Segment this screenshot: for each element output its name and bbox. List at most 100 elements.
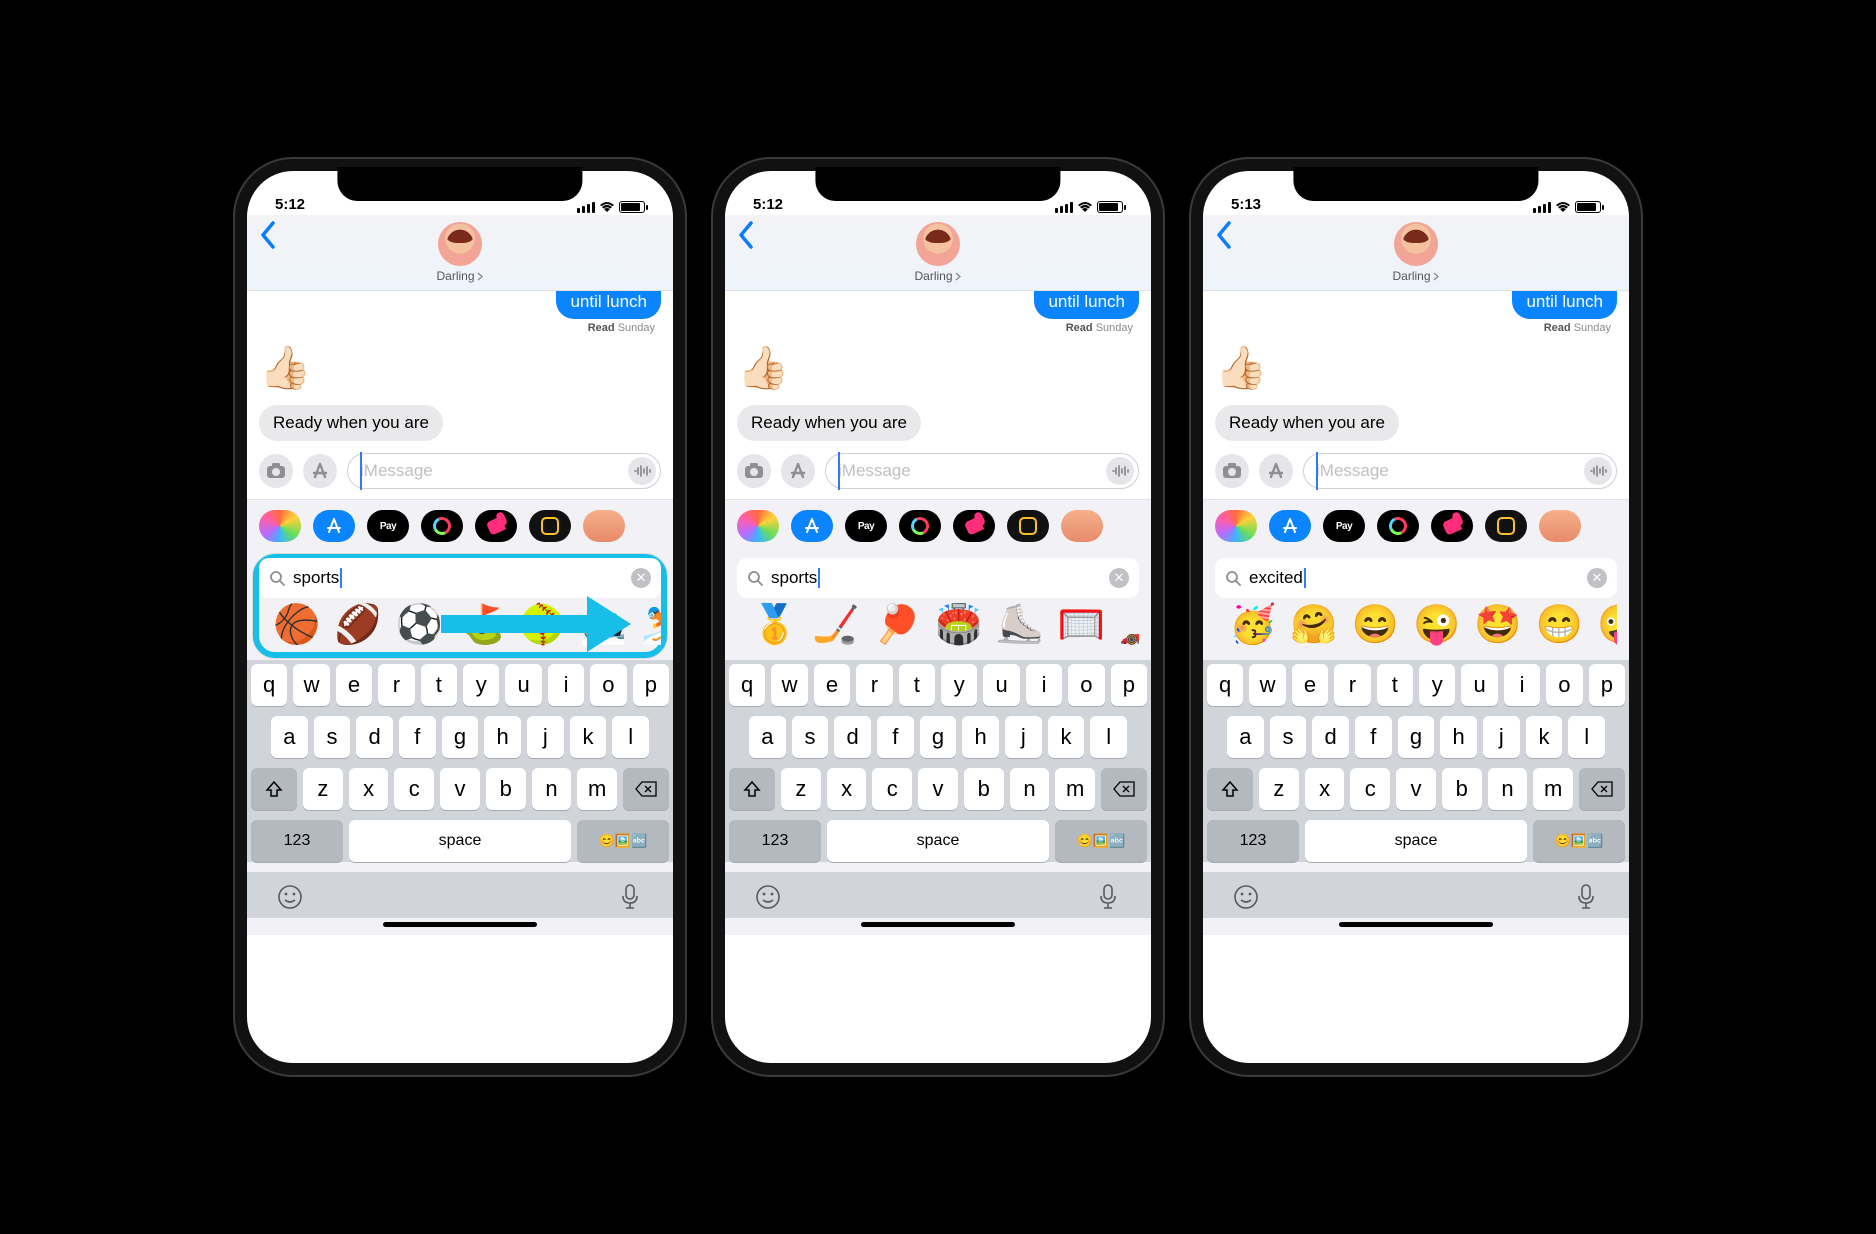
key-t[interactable]: t	[421, 664, 457, 706]
key-shift[interactable]	[251, 768, 297, 810]
camera-button[interactable]	[259, 454, 293, 488]
key-o[interactable]: o	[1546, 664, 1582, 706]
keyboard[interactable]: qwertyuiop asdfghjkl zxcvbnm 123 space 😊…	[725, 660, 1151, 862]
imessage-app-bar[interactable]: Pay	[725, 500, 1151, 550]
dictation-button[interactable]	[615, 882, 645, 912]
key-g[interactable]: g	[1398, 716, 1435, 758]
key-m[interactable]: m	[1055, 768, 1095, 810]
clear-search-button[interactable]: ✕	[1587, 568, 1607, 588]
appstore-button[interactable]	[1259, 454, 1293, 488]
key-t[interactable]: t	[1377, 664, 1413, 706]
key-r[interactable]: r	[1334, 664, 1370, 706]
emoji-search-input[interactable]: sports ✕	[259, 558, 661, 598]
received-bubble[interactable]: Ready when you are	[737, 405, 921, 441]
dictation-button[interactable]	[1571, 882, 1601, 912]
key-f[interactable]: f	[877, 716, 914, 758]
key-o[interactable]: o	[1068, 664, 1104, 706]
key-e[interactable]: e	[814, 664, 850, 706]
key-v[interactable]: v	[440, 768, 480, 810]
imessage-app-bar[interactable]: Pay	[247, 500, 673, 550]
emoji-results-row[interactable]: 🥳 🤗 😄 😜 🤩 😁 🤪	[1215, 598, 1617, 654]
photos-app-icon[interactable]	[1215, 510, 1257, 542]
key-space[interactable]: space	[349, 820, 571, 862]
key-delete[interactable]	[1579, 768, 1625, 810]
key-emoji-switch[interactable]: 😊🖼️​🔤	[1533, 820, 1625, 862]
key-t[interactable]: t	[899, 664, 935, 706]
emoji-search-input[interactable]: excited ✕	[1215, 558, 1617, 598]
sticker-app-icon[interactable]	[953, 510, 995, 542]
key-w[interactable]: w	[293, 664, 329, 706]
key-c[interactable]: c	[394, 768, 434, 810]
keyboard[interactable]: qwertyuiop asdfghjkl zxcvbnm 123 space 😊…	[1203, 660, 1629, 862]
key-123[interactable]: 123	[251, 820, 343, 862]
home-indicator[interactable]	[861, 922, 1014, 927]
key-f[interactable]: f	[399, 716, 436, 758]
appstore-app-icon[interactable]	[313, 510, 355, 542]
emoji-keyboard-button[interactable]	[753, 882, 783, 912]
key-z[interactable]: z	[1259, 768, 1299, 810]
clips-app-icon[interactable]	[529, 510, 571, 542]
emoji-result[interactable]: 😁	[1536, 606, 1583, 644]
key-p[interactable]: p	[633, 664, 669, 706]
received-emoji[interactable]: 👍🏻	[737, 344, 1139, 393]
emoji-result[interactable]: 🏟️	[935, 606, 982, 644]
emoji-result[interactable]: 🥅	[1058, 606, 1105, 644]
applepay-app-icon[interactable]: Pay	[1323, 510, 1365, 542]
message-thread[interactable]: until lunch Read Sunday 👍🏻 Ready when yo…	[1203, 291, 1629, 441]
memoji-app-icon[interactable]	[1539, 510, 1581, 542]
key-r[interactable]: r	[378, 664, 414, 706]
message-input[interactable]: iMessage	[1303, 453, 1617, 489]
emoji-result[interactable]: ⚽	[396, 606, 443, 644]
clear-search-button[interactable]: ✕	[631, 568, 651, 588]
key-d[interactable]: d	[1312, 716, 1349, 758]
audio-message-button[interactable]	[1106, 457, 1134, 485]
emoji-results-row[interactable]: 🥇 🏒 🏓 🏟️ ⛸️ 🥅 🏎️	[737, 598, 1139, 654]
key-d[interactable]: d	[356, 716, 393, 758]
message-input[interactable]: iMessage	[825, 453, 1139, 489]
key-n[interactable]: n	[1488, 768, 1528, 810]
home-indicator[interactable]	[1339, 922, 1492, 927]
sticker-app-icon[interactable]	[475, 510, 517, 542]
memoji-app-icon[interactable]	[583, 510, 625, 542]
appstore-app-icon[interactable]	[791, 510, 833, 542]
key-s[interactable]: s	[1270, 716, 1307, 758]
key-g[interactable]: g	[442, 716, 479, 758]
camera-button[interactable]	[1215, 454, 1249, 488]
key-z[interactable]: z	[781, 768, 821, 810]
key-o[interactable]: o	[590, 664, 626, 706]
received-bubble[interactable]: Ready when you are	[1215, 405, 1399, 441]
key-123[interactable]: 123	[1207, 820, 1299, 862]
key-v[interactable]: v	[1396, 768, 1436, 810]
key-k[interactable]: k	[570, 716, 607, 758]
key-w[interactable]: w	[771, 664, 807, 706]
key-space[interactable]: space	[1305, 820, 1527, 862]
contact-avatar[interactable]	[1394, 222, 1438, 266]
key-c[interactable]: c	[872, 768, 912, 810]
emoji-result[interactable]: ⛷️	[641, 606, 661, 644]
emoji-result[interactable]: 🏈	[334, 606, 381, 644]
key-a[interactable]: a	[1227, 716, 1264, 758]
key-delete[interactable]	[623, 768, 669, 810]
photos-app-icon[interactable]	[259, 510, 301, 542]
appstore-button[interactable]	[303, 454, 337, 488]
memoji-app-icon[interactable]	[1061, 510, 1103, 542]
key-x[interactable]: x	[349, 768, 389, 810]
key-b[interactable]: b	[486, 768, 526, 810]
key-e[interactable]: e	[1292, 664, 1328, 706]
emoji-result[interactable]: 🥇	[751, 606, 798, 644]
applepay-app-icon[interactable]: Pay	[367, 510, 409, 542]
key-y[interactable]: y	[941, 664, 977, 706]
key-l[interactable]: l	[1568, 716, 1605, 758]
emoji-search-input[interactable]: sports ✕	[737, 558, 1139, 598]
key-v[interactable]: v	[918, 768, 958, 810]
appstore-button[interactable]	[781, 454, 815, 488]
key-q[interactable]: q	[251, 664, 287, 706]
key-b[interactable]: b	[1442, 768, 1482, 810]
key-f[interactable]: f	[1355, 716, 1392, 758]
key-b[interactable]: b	[964, 768, 1004, 810]
key-h[interactable]: h	[1440, 716, 1477, 758]
imessage-app-bar[interactable]: Pay	[1203, 500, 1629, 550]
key-i[interactable]: i	[1026, 664, 1062, 706]
key-y[interactable]: y	[1419, 664, 1455, 706]
back-button[interactable]	[737, 221, 755, 249]
